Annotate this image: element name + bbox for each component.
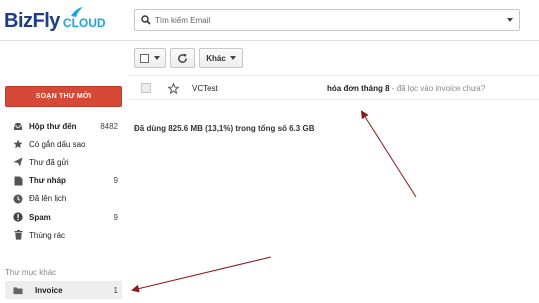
select-all-checkbox[interactable] <box>140 53 149 63</box>
sidebar-item-label: Hộp thư đến <box>29 121 77 131</box>
sidebar-item-label: Đã lên lịch <box>29 194 67 204</box>
sidebar-item-starred[interactable]: Có gắn dấu sao <box>5 135 122 153</box>
sidebar-item-invoice-folder[interactable]: Invoice 1 <box>5 281 122 299</box>
annotation-arrow-to-mail <box>360 110 417 198</box>
search-options-chevron-down-icon[interactable] <box>501 10 519 30</box>
chevron-down-icon <box>154 56 160 60</box>
send-icon <box>13 157 23 167</box>
sidebar-item-label: Invoice <box>35 285 63 295</box>
row-divider <box>128 99 539 100</box>
chevron-down-icon <box>229 56 236 60</box>
logo-text-bizfly: BizFly <box>4 9 60 32</box>
refresh-icon <box>178 53 187 63</box>
sidebar-nav: Hộp thư đến 8482 Có gắn dấu sao Thư đã g… <box>5 117 122 244</box>
draft-icon <box>13 176 23 186</box>
bizfly-cloud-logo[interactable]: BizFly CLOUD <box>4 7 106 34</box>
other-folders-heading: Thư mục khác <box>5 268 57 277</box>
toolbar-divider <box>128 75 539 76</box>
sidebar-item-drafts[interactable]: Thư nháp 9 <box>5 172 122 190</box>
sidebar-item-label: Thư đã gửi <box>29 157 69 167</box>
annotation-arrow-to-invoice <box>131 256 272 293</box>
mail-sender: VCTest <box>192 83 218 93</box>
trash-icon <box>13 230 23 240</box>
sidebar-item-count: 9 <box>113 176 118 186</box>
mail-subject: hóa đơn tháng 8 - đã lọc vào invoice chư… <box>327 84 485 93</box>
sidebar-item-inbox[interactable]: Hộp thư đến 8482 <box>5 117 122 135</box>
header-divider <box>0 40 539 41</box>
sidebar-item-count: 1 <box>113 285 118 295</box>
row-select-checkbox[interactable] <box>141 83 151 93</box>
sidebar-item-label: Spam <box>29 212 51 222</box>
sidebar-item-spam[interactable]: Spam 9 <box>5 208 122 226</box>
sidebar-item-sent[interactable]: Thư đã gửi <box>5 153 122 171</box>
folder-icon <box>13 285 23 295</box>
clock-icon <box>13 194 23 204</box>
sidebar-item-count: 9 <box>113 212 118 222</box>
mail-snippet: - đã lọc vào invoice chưa? <box>389 83 486 93</box>
logo-swoosh-icon <box>71 7 83 17</box>
sidebar-item-trash[interactable]: Thùng rác <box>5 226 122 244</box>
sidebar-item-label: Có gắn dấu sao <box>29 139 86 149</box>
storage-usage-text: Đã dùng 825.6 MB (13,1%) trong tổng số 6… <box>134 124 315 133</box>
refresh-button[interactable] <box>170 48 195 68</box>
search-bar[interactable] <box>134 9 520 31</box>
search-input[interactable] <box>155 11 501 29</box>
compose-button[interactable]: SOẠN THƯ MỚI <box>5 86 122 107</box>
star-icon <box>13 139 23 149</box>
inbox-icon <box>13 121 23 131</box>
more-actions-button[interactable]: Khác <box>199 48 243 68</box>
logo-text-cloud: CLOUD <box>62 16 106 30</box>
mail-list-row[interactable]: VCTest hóa đơn tháng 8 - đã lọc vào invo… <box>128 77 539 99</box>
sidebar-item-count: 8482 <box>100 121 118 131</box>
sidebar-item-label: Thùng rác <box>29 230 66 240</box>
search-icon[interactable] <box>137 10 155 30</box>
sidebar-item-scheduled[interactable]: Đã lên lịch <box>5 190 122 208</box>
select-all-button[interactable] <box>134 48 166 68</box>
sidebar-item-label: Thư nháp <box>29 176 66 186</box>
mail-subject-text: hóa đơn tháng 8 <box>327 83 390 93</box>
more-actions-label: Khác <box>206 53 226 63</box>
spam-icon <box>13 212 23 222</box>
star-toggle-icon[interactable] <box>167 82 179 94</box>
